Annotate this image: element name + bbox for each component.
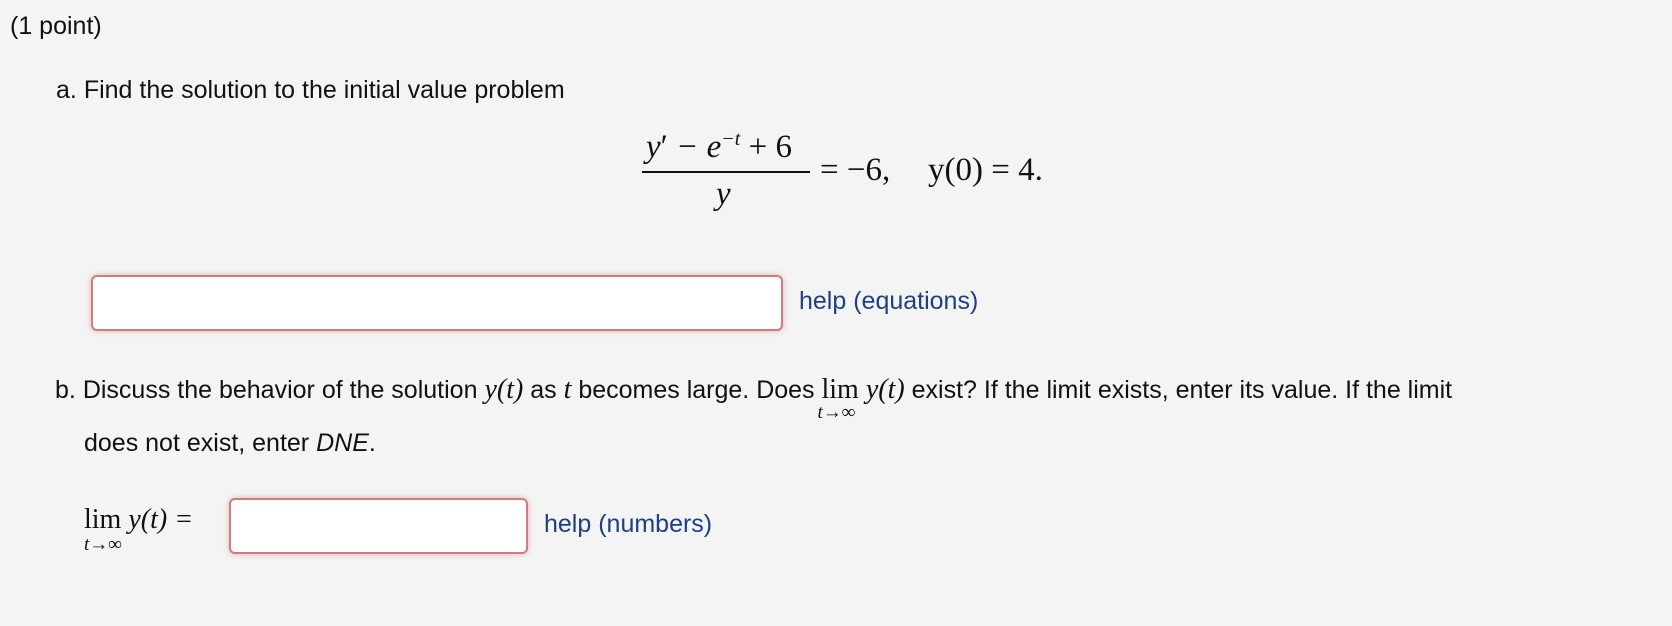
equation-denominator: y	[716, 176, 731, 212]
limit-expression: lim t→∞	[817, 374, 859, 423]
answer-a-input[interactable]	[91, 275, 783, 331]
part-a-prompt: a. Find the solution to the initial valu…	[56, 76, 565, 105]
part-a-text: Find the solution to the initial value p…	[83, 76, 565, 104]
answer-b-input[interactable]	[229, 498, 528, 554]
fraction-bar	[642, 171, 810, 173]
help-equations-link[interactable]: help (equations)	[799, 287, 978, 316]
dne-keyword: DNE	[316, 429, 369, 457]
part-a-label: a.	[56, 76, 77, 104]
part-b-prompt-line2: does not exist, enter DNE.	[84, 429, 376, 457]
initial-condition: y(0) = 4.	[928, 152, 1043, 188]
ivp-equation: y′ − e−t + 6 y = −6, y(0) = 4.	[640, 128, 1080, 218]
part-b-label: b.	[55, 376, 76, 404]
equation-numerator: y′ − e−t + 6	[646, 128, 792, 165]
help-numbers-link[interactable]: help (numbers)	[544, 510, 712, 539]
points-label: (1 point)	[10, 12, 102, 40]
equation-rhs: = −6,	[820, 152, 891, 188]
part-b-prompt-line1: b. Discuss the behavior of the solution …	[55, 374, 1453, 423]
limit-answer-prefix: lim t→∞ y(t) =	[84, 504, 194, 555]
